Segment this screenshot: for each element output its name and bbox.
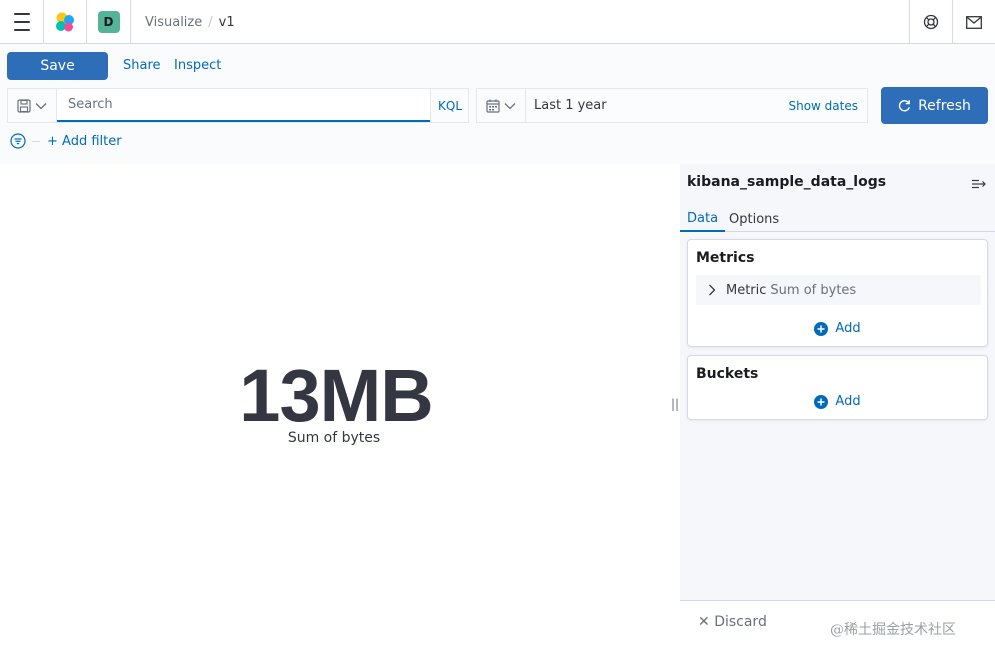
chevron-down-icon — [504, 102, 516, 109]
add-bucket-button[interactable]: Add — [688, 394, 987, 409]
save-query-icon — [17, 98, 31, 113]
chevron-down-icon — [35, 102, 47, 109]
share-link[interactable]: Share — [123, 58, 161, 73]
mail-icon — [965, 15, 982, 29]
menu-button[interactable] — [0, 0, 43, 44]
kibana-logo-icon — [56, 12, 74, 32]
inspect-link[interactable]: Inspect — [174, 58, 221, 73]
tab-options[interactable]: Options — [722, 206, 786, 232]
aggregation-type: Metric — [726, 282, 767, 298]
panel-resize-handle[interactable]: || — [671, 397, 679, 411]
time-range-label[interactable]: Last 1 year — [534, 89, 607, 122]
metric-aggregation-row[interactable]: Metric Sum of bytes — [696, 275, 981, 305]
chevron-right-icon — [709, 284, 716, 296]
filter-divider — [32, 140, 40, 142]
watermark: @稀土掘金技术社区 — [830, 622, 956, 638]
space-selector[interactable]: D — [87, 0, 130, 44]
breadcrumb-visualize-link[interactable]: Visualize — [145, 15, 202, 30]
breadcrumb-separator: / — [208, 14, 213, 30]
metrics-title: Metrics — [696, 250, 755, 266]
query-bar: KQL — [7, 88, 469, 123]
search-input[interactable] — [57, 89, 430, 120]
refresh-label: Refresh — [918, 97, 971, 114]
add-metric-label: Add — [835, 321, 861, 336]
calendar-icon — [486, 99, 500, 113]
add-bucket-label: Add — [835, 394, 861, 409]
discard-button[interactable]: ✕ Discard — [698, 614, 767, 630]
aggregation-description: Sum of bytes — [770, 282, 857, 298]
home-logo-link[interactable] — [44, 0, 86, 44]
save-button[interactable]: Save — [7, 52, 108, 80]
buckets-title: Buckets — [696, 366, 759, 382]
help-icon — [923, 14, 938, 30]
refresh-button[interactable]: Refresh — [881, 87, 988, 124]
collapse-sidebar-button[interactable] — [972, 174, 987, 193]
space-avatar: D — [97, 11, 120, 33]
search-field — [57, 89, 430, 122]
help-menu-button[interactable] — [909, 0, 952, 44]
metric-label: Sum of bytes — [287, 430, 381, 446]
refresh-icon — [898, 100, 911, 112]
discard-label: Discard — [714, 614, 767, 630]
index-pattern-title: kibana_sample_data_logs — [687, 174, 887, 190]
cross-icon: ✕ — [698, 614, 715, 630]
date-picker: Last 1 year Show dates — [476, 88, 868, 123]
metrics-panel: Metrics Metric Sum of bytes Add — [687, 239, 988, 347]
metric-value: 13MB — [239, 354, 433, 437]
editor-sidebar: kibana_sample_data_logs Data Options Met… — [680, 164, 995, 645]
show-dates-link[interactable]: Show dates — [788, 89, 858, 122]
menu-right-icon — [972, 179, 986, 189]
nav-divider — [130, 0, 131, 44]
saved-query-button[interactable] — [8, 89, 57, 122]
plus-circle-icon — [814, 394, 829, 409]
add-filter-button[interactable]: + Add filter — [47, 134, 122, 149]
hamburger-icon — [13, 10, 30, 34]
quick-select-button[interactable] — [477, 89, 526, 122]
breadcrumb-current: v1 — [218, 14, 235, 30]
editor-tabs: Data Options — [680, 206, 995, 232]
newsfeed-button[interactable] — [952, 0, 995, 44]
plus-circle-icon — [814, 321, 829, 336]
filter-bar: + Add filter — [10, 132, 122, 150]
top-nav-bar: D Visualize / v1 — [0, 0, 995, 44]
breadcrumb: Visualize / v1 — [145, 0, 235, 44]
filter-options-icon[interactable] — [10, 133, 26, 149]
query-language-toggle[interactable]: KQL — [430, 89, 469, 122]
add-metric-button[interactable]: Add — [688, 321, 987, 336]
tab-data[interactable]: Data — [680, 206, 726, 232]
buckets-panel: Buckets Add — [687, 355, 988, 420]
